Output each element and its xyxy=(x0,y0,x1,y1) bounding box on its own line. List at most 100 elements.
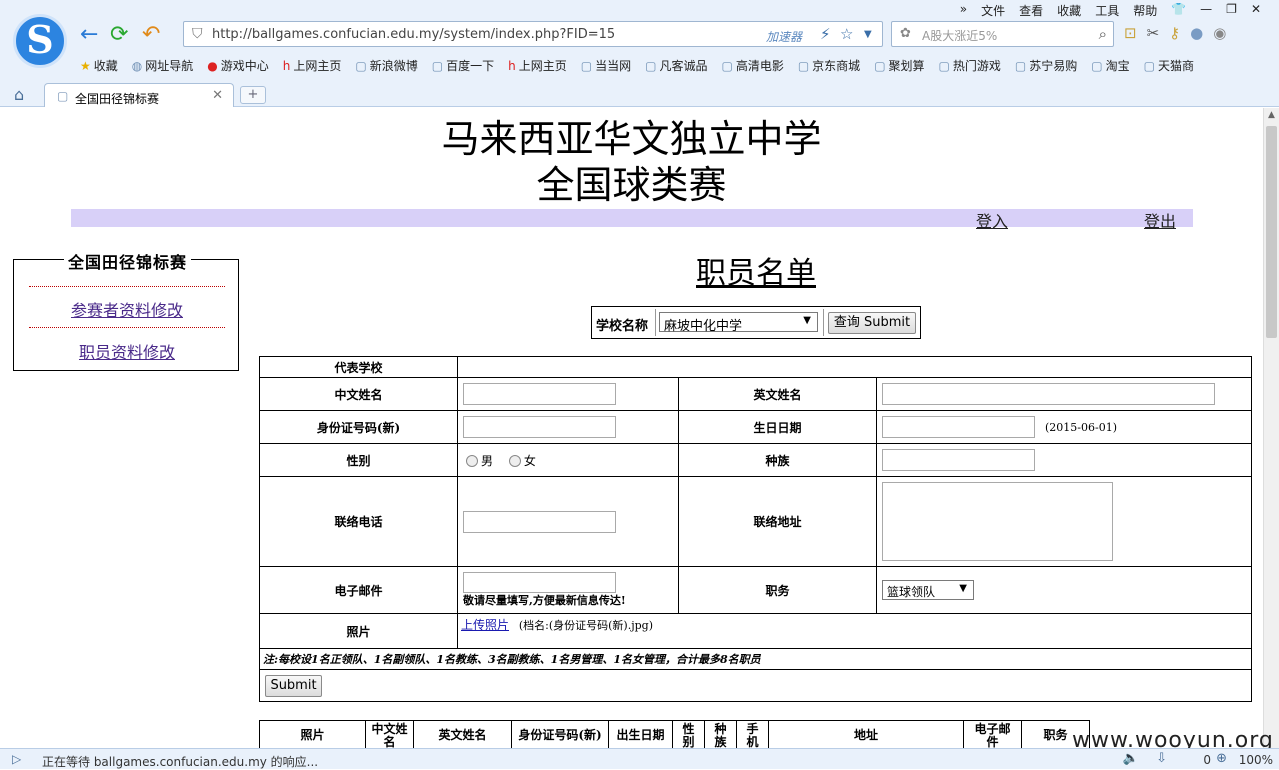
search-box[interactable]: ✿ A股大涨近5% ⌕ xyxy=(891,21,1114,47)
bookmark-item[interactable]: ▢ 淘宝 xyxy=(1091,57,1129,74)
zoom-level[interactable]: 100% xyxy=(1239,753,1273,767)
query-button[interactable]: 查询 Submit xyxy=(828,312,916,334)
menu-circle-icon[interactable]: ◉ xyxy=(1213,24,1226,42)
sidebar-toggle-icon[interactable]: ▷ xyxy=(12,752,21,766)
bookmark-item[interactable]: ▢ 京东商城 xyxy=(798,57,860,74)
bookmark-item[interactable]: ▢ 聚划算 xyxy=(874,57,924,74)
speaker-icon[interactable]: 🔈 xyxy=(1123,751,1139,766)
tab-active[interactable]: ▢ 全国田径锦标赛 ✕ xyxy=(44,83,234,107)
submit-button[interactable]: Submit xyxy=(265,674,322,697)
bookmark-item[interactable]: ▢ 凡客诚品 xyxy=(645,57,707,74)
race-label: 种族 xyxy=(678,443,877,477)
chinese-name-input[interactable] xyxy=(463,383,616,405)
menu-view[interactable]: 查看 xyxy=(1019,2,1043,19)
bookmark-item[interactable]: ▢ 新浪微博 xyxy=(355,57,417,74)
login-link[interactable]: 登入 xyxy=(976,208,1008,232)
new-tab-button[interactable]: + xyxy=(240,86,266,104)
download-icon[interactable]: ⇩ xyxy=(1156,751,1167,766)
phone-input[interactable] xyxy=(463,510,616,533)
bookmark-item[interactable]: ◍ 网址导航 xyxy=(132,57,194,74)
address-textarea[interactable] xyxy=(882,482,1113,561)
race-input[interactable] xyxy=(882,449,1035,471)
school-select-box: 学校名称 麻坡中化中学 ▼ 查询 Submit xyxy=(591,306,921,339)
minimize-icon[interactable]: — xyxy=(1200,2,1212,19)
rep-school-label: 代表学校 xyxy=(259,356,458,378)
menu-help[interactable]: 帮助 xyxy=(1133,2,1157,19)
skin-icon[interactable]: 👕 xyxy=(1171,2,1186,19)
photo-label: 照片 xyxy=(259,613,458,649)
lightning-icon[interactable]: ⚡ xyxy=(820,25,831,43)
col-birthday: 出生日期 xyxy=(608,720,673,748)
search-icon[interactable]: ⌕ xyxy=(1099,25,1107,43)
birthday-label: 生日日期 xyxy=(678,410,877,444)
restore-icon[interactable]: ❐ xyxy=(1226,2,1237,19)
scrollbar-thumb[interactable] xyxy=(1266,126,1277,338)
col-gender: 性别 xyxy=(672,720,705,748)
bookmark-item[interactable]: h 上网主页 xyxy=(508,57,567,74)
birthday-input[interactable] xyxy=(882,416,1035,438)
english-name-input[interactable] xyxy=(882,383,1215,405)
bookmark-item[interactable]: ▢ 苏宁易购 xyxy=(1015,57,1077,74)
key-icon[interactable]: ⚷ xyxy=(1169,24,1180,42)
extension-icon[interactable]: ⊡ xyxy=(1124,24,1137,42)
paw-icon: ✿ xyxy=(900,26,911,41)
star-icon[interactable]: ☆ xyxy=(840,25,853,43)
close-window-icon[interactable]: ✕ xyxy=(1251,2,1261,19)
bookmark-item[interactable]: ★ 收藏 xyxy=(80,57,118,74)
position-select-value: 篮球领队 xyxy=(887,585,936,599)
address-url[interactable]: http://ballgames.confucian.edu.my/system… xyxy=(212,27,615,42)
status-text: 正在等待 ballgames.confucian.edu.my 的响应... xyxy=(42,755,319,769)
chinese-name-label: 中文姓名 xyxy=(259,377,458,411)
bookmark-item[interactable]: ▢ 当当网 xyxy=(581,57,631,74)
page-icon: ▢ xyxy=(57,89,69,103)
logout-link[interactable]: 登出 xyxy=(1144,208,1176,232)
school-select[interactable]: 麻坡中化中学 ▼ xyxy=(659,312,818,334)
search-input[interactable]: A股大涨近5% xyxy=(922,27,997,44)
refresh-icon[interactable]: ⟳ xyxy=(110,24,128,46)
upload-photo-link[interactable]: 上传照片 xyxy=(461,618,509,632)
bookmark-item[interactable]: h 上网主页 xyxy=(283,57,342,74)
position-select[interactable]: 篮球领队 ▼ xyxy=(882,580,974,600)
ic-number-input[interactable] xyxy=(463,416,616,438)
bookmark-item[interactable]: ▢ 高清电影 xyxy=(721,57,783,74)
rep-school-value xyxy=(457,356,1252,378)
back-icon[interactable]: ← xyxy=(80,24,98,46)
phone-label: 联络电话 xyxy=(259,476,458,567)
address-bar[interactable]: ⛉ http://ballgames.confucian.edu.my/syst… xyxy=(183,21,883,47)
tab-title: 全国田径锦标赛 xyxy=(75,92,160,106)
bookmark-item[interactable]: ▢ 百度一下 xyxy=(432,57,494,74)
zoom-icon[interactable]: ⊕ xyxy=(1216,751,1227,766)
scissors-icon[interactable]: ✂ xyxy=(1147,24,1160,42)
scroll-up-icon[interactable]: ▲ xyxy=(1268,110,1275,120)
email-label: 电子邮件 xyxy=(259,566,458,614)
email-input[interactable] xyxy=(463,572,616,593)
undo-icon[interactable]: ↶ xyxy=(142,24,160,46)
chat-icon[interactable]: ● xyxy=(1190,24,1203,42)
gender-female-radio[interactable] xyxy=(508,455,521,467)
menu-favorites[interactable]: 收藏 xyxy=(1057,2,1081,19)
dropdown-icon[interactable]: ▼ xyxy=(864,29,872,40)
menu-more[interactable]: » xyxy=(960,2,967,19)
gender-label: 性别 xyxy=(259,443,458,477)
col-mobile: 手机 xyxy=(736,720,769,748)
chevron-down-icon: ▼ xyxy=(959,583,967,594)
gender-male-radio[interactable] xyxy=(466,455,478,467)
col-email: 电子邮件 xyxy=(963,720,1022,748)
menu-file[interactable]: 文件 xyxy=(981,2,1005,19)
bookmark-item[interactable]: ▢ 热门游戏 xyxy=(939,57,1001,74)
sidebar-link-participants[interactable]: 参赛者资料修改 xyxy=(14,297,240,321)
bookmark-item[interactable]: ● 游戏中心 xyxy=(207,57,269,74)
bookmark-item[interactable]: ▢ 天猫商 xyxy=(1144,57,1194,74)
home-icon[interactable]: ⌂ xyxy=(14,85,24,104)
accelerator-label[interactable]: 加速器 xyxy=(766,28,802,45)
divider xyxy=(655,309,656,336)
close-tab-icon[interactable]: ✕ xyxy=(212,88,223,103)
site-title-line2: 全国球类赛 xyxy=(536,163,727,207)
divider xyxy=(823,309,824,336)
menu-tools[interactable]: 工具 xyxy=(1095,2,1119,19)
vertical-scrollbar[interactable]: ▲ xyxy=(1263,108,1279,748)
sidebar-link-staff[interactable]: 职员资料修改 xyxy=(14,339,240,363)
col-address: 地址 xyxy=(768,720,964,748)
school-label: 学校名称 xyxy=(596,319,649,334)
page-title: 职员名单 xyxy=(696,256,816,291)
